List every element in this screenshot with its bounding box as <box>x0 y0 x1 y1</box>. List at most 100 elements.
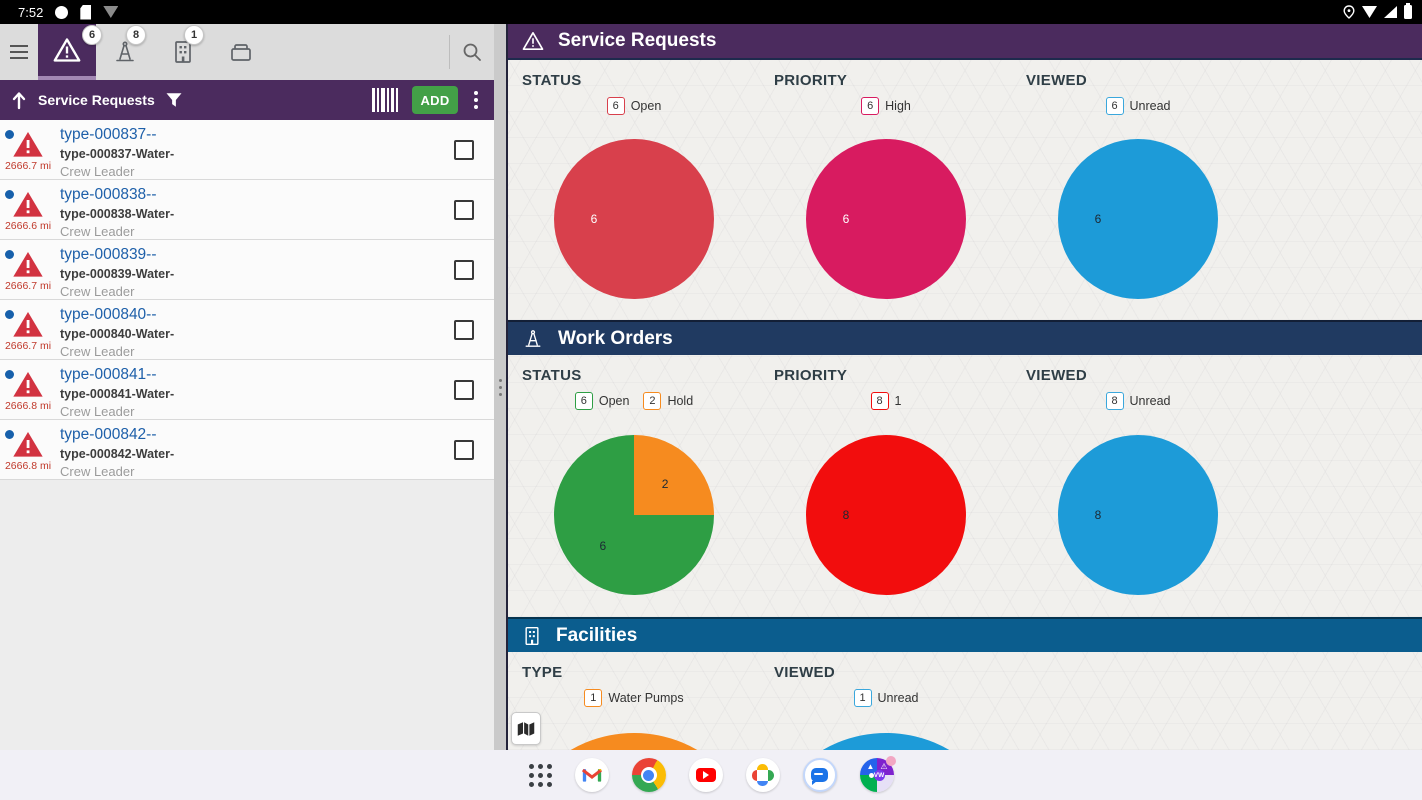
item-checkbox[interactable] <box>454 319 474 340</box>
alert-triangle-icon <box>53 38 81 62</box>
alert-triangle-icon <box>13 132 43 157</box>
module-tab-bar: 6 8 1 <box>0 24 494 80</box>
google-photos-icon[interactable] <box>745 758 780 792</box>
add-button[interactable]: ADD <box>412 86 458 114</box>
storage-box-icon <box>231 44 251 61</box>
vueworks-app-icon[interactable]: ▲ ⚠ VW <box>859 756 896 792</box>
item-title-link[interactable]: type-000840-- <box>60 306 454 324</box>
legend-entry: 8 Unread <box>1105 392 1171 410</box>
chart-block: VIEWED 1 Unread <box>760 662 1012 750</box>
chart-heading: STATUS <box>522 367 582 384</box>
item-subtitle: type-000838-Water- <box>60 207 175 221</box>
gmail-icon[interactable] <box>574 758 609 792</box>
unread-dot <box>5 130 14 139</box>
alert-triangle-icon <box>13 252 43 277</box>
unread-dot <box>5 250 14 259</box>
sort-up-arrow-icon[interactable] <box>10 90 28 110</box>
item-role: Crew Leader <box>60 464 135 479</box>
svg-text:8: 8 <box>843 508 850 522</box>
legend-entry: 2 Hold <box>643 392 693 410</box>
section-header-facilities[interactable]: Facilities <box>508 617 1422 652</box>
search-button[interactable] <box>450 24 494 80</box>
chart-heading: STATUS <box>522 72 582 89</box>
tab-assets[interactable] <box>212 24 270 80</box>
section-header-work-orders[interactable]: Work Orders <box>508 320 1422 355</box>
legend-entry: 6 Unread <box>1105 97 1171 115</box>
building-icon <box>525 626 539 645</box>
item-checkbox[interactable] <box>454 199 474 220</box>
list-item[interactable]: 2666.8 mi type-000842-- type-000842-Wate… <box>0 420 494 480</box>
tab-service-requests[interactable]: 6 <box>38 24 102 80</box>
distance-label: 2666.6 mi <box>4 220 52 232</box>
app-grid-icon[interactable] <box>528 763 552 787</box>
item-role: Crew Leader <box>60 404 135 419</box>
list-item[interactable]: 2666.8 mi type-000841-- type-000841-Wate… <box>0 360 494 420</box>
item-title-link[interactable]: type-000839-- <box>60 246 454 264</box>
item-subtitle: type-000841-Water- <box>60 387 175 401</box>
legend-entry: 6 High <box>861 97 911 115</box>
barcode-scan-icon[interactable] <box>372 88 398 112</box>
tab-work-orders[interactable]: 8 <box>96 24 154 80</box>
tab-facilities[interactable]: 1 <box>154 24 212 80</box>
unread-dot <box>5 310 14 319</box>
left-panel: 6 8 1 Service Requests ADD 2666.7 mi typ… <box>0 24 494 750</box>
item-title-link[interactable]: type-000841-- <box>60 366 454 384</box>
item-subtitle: type-000840-Water- <box>60 327 175 341</box>
map-view-button[interactable] <box>511 712 541 745</box>
item-role: Crew Leader <box>60 284 135 299</box>
unread-dot <box>5 190 14 199</box>
panel-resize-handle[interactable] <box>494 24 506 750</box>
svg-text:6: 6 <box>843 212 850 226</box>
item-subtitle: type-000839-Water- <box>60 267 175 281</box>
item-title-link[interactable]: type-000842-- <box>60 426 454 444</box>
chart-block: STATUS 6 Open 2 Hold 26 <box>508 365 760 617</box>
list-item[interactable]: 2666.7 mi type-000839-- type-000839-Wate… <box>0 240 494 300</box>
clock: 7:52 <box>18 4 44 20</box>
alert-triangle-icon <box>522 32 544 50</box>
taskbar: ▲ ⚠ VW <box>0 750 1422 800</box>
service-request-list: 2666.7 mi type-000837-- type-000837-Wate… <box>0 120 494 750</box>
work-orders-charts: STATUS 6 Open 2 Hold 26 PRIORITY 8 1 8 V… <box>508 355 1422 617</box>
chart-block: VIEWED 8 Unread 8 <box>1012 365 1264 617</box>
alert-triangle-icon <box>13 372 43 397</box>
sd-card-icon <box>80 4 92 20</box>
pie-chart: 8 <box>760 412 1012 617</box>
status-circle-icon <box>55 5 69 19</box>
alert-triangle-icon <box>13 192 43 217</box>
item-role: Crew Leader <box>60 344 135 359</box>
overflow-menu-icon[interactable] <box>468 91 484 109</box>
menu-icon[interactable] <box>0 24 38 80</box>
messages-icon[interactable] <box>802 758 837 792</box>
list-item[interactable]: 2666.6 mi type-000838-- type-000838-Wate… <box>0 180 494 240</box>
chart-block: PRIORITY 8 1 8 <box>760 365 1012 617</box>
item-title-link[interactable]: type-000837-- <box>60 126 454 144</box>
unread-dot <box>5 370 14 379</box>
item-checkbox[interactable] <box>454 139 474 160</box>
item-subtitle: type-000837-Water- <box>60 147 175 161</box>
youtube-icon[interactable] <box>688 758 723 792</box>
legend-entry: 8 1 <box>870 392 901 410</box>
pie-chart: 6 <box>508 117 760 320</box>
dashboard-panel: Service Requests STATUS 6 Open 6 PRIORIT… <box>506 24 1422 750</box>
item-title-link[interactable]: type-000838-- <box>60 186 454 204</box>
section-header-service-requests[interactable]: Service Requests <box>508 24 1422 60</box>
location-icon <box>1343 5 1355 19</box>
list-item[interactable]: 2666.7 mi type-000840-- type-000840-Wate… <box>0 300 494 360</box>
svg-text:8: 8 <box>1095 508 1102 522</box>
filter-funnel-icon[interactable] <box>165 91 183 109</box>
chart-heading: TYPE <box>522 664 563 681</box>
chart-heading: VIEWED <box>1026 367 1087 384</box>
item-checkbox[interactable] <box>454 259 474 280</box>
item-role: Crew Leader <box>60 164 135 179</box>
svg-text:6: 6 <box>591 212 598 226</box>
pie-chart <box>760 712 1012 750</box>
chrome-icon[interactable] <box>631 758 666 792</box>
item-checkbox[interactable] <box>454 379 474 400</box>
item-checkbox[interactable] <box>454 439 474 460</box>
legend-entry: 1 Water Pumps <box>584 689 684 707</box>
chart-heading: PRIORITY <box>774 367 848 384</box>
list-item[interactable]: 2666.7 mi type-000837-- type-000837-Wate… <box>0 120 494 180</box>
android-screen: 7:52 ? 6 8 1 Service Requests ADD 2666.7… <box>0 0 1422 800</box>
legend-entry: 1 Unread <box>853 689 919 707</box>
android-status-bar: 7:52 ? <box>0 0 1422 24</box>
